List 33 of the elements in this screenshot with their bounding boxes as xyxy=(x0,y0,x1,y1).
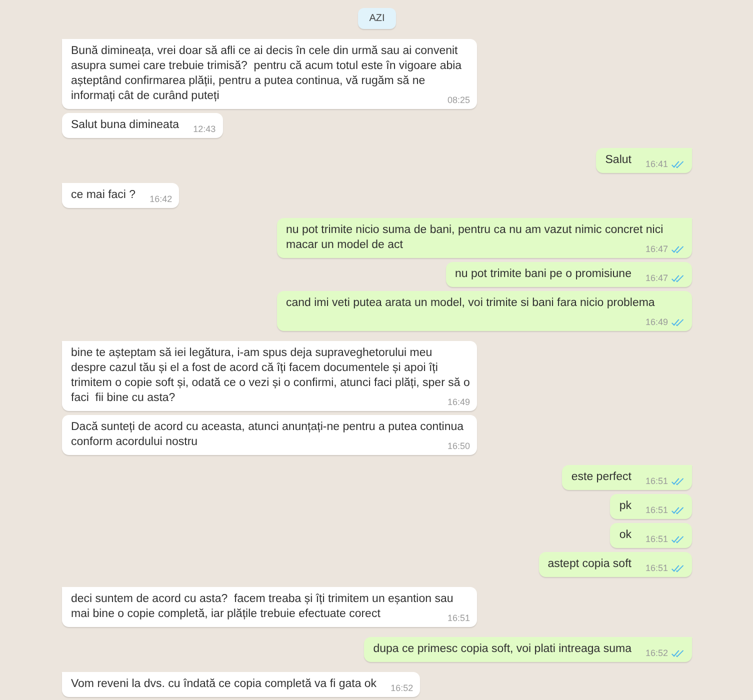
message-time: 16:51 xyxy=(645,562,668,575)
outgoing-message: ok 16:51 xyxy=(610,523,692,548)
message-time: 16:51 xyxy=(645,504,668,517)
message-time: 16:52 xyxy=(645,647,668,660)
outgoing-message: cand imi veti putea arata un model, voi trimite si bani fara nicio problema 16:49 xyxy=(277,291,692,331)
message-time: 16:49 xyxy=(447,396,470,409)
message-time: 16:52 xyxy=(390,682,414,695)
outgoing-message: astept copia soft 16:51 xyxy=(538,552,692,577)
message-time: 16:42 xyxy=(150,193,172,206)
message-time: 16:51 xyxy=(645,533,668,546)
date-divider: AZI xyxy=(358,8,396,29)
incoming-message: Bună dimineața, vrei doar să afli ce ai decis în cele din urmă sau ai convenit asupra sumei care trebuie trimisă? pentru că acum totul este în vigoare abia așteptând confirmarea plății, pentru a putea continua, vă rugăm să ne informați cât de curând puteți 08:25 xyxy=(62,39,477,109)
message-time: 12:43 xyxy=(193,123,216,136)
outgoing-message: Salut 16:41 xyxy=(596,148,692,173)
incoming-message: deci suntem de acord cu asta? facem treaba și îți trimitem un eșantion sau mai bine o copie completă, iar plățile trebuie efectuate corect 16:51 xyxy=(62,587,477,627)
incoming-message: Vom reveni la dvs. cu îndată ce copia completă va fi gata ok 16:52 xyxy=(62,672,420,697)
incoming-message: Dacă sunteți de acord cu aceasta, atunci anunțați-ne pentru a putea continua conform acordului nostru 16:50 xyxy=(62,415,477,455)
message-time: 16:49 xyxy=(645,316,668,329)
message-time: 16:47 xyxy=(645,243,668,256)
incoming-message: Salut buna dimineata 12:43 xyxy=(62,113,223,138)
outgoing-message: este perfect 16:51 xyxy=(562,465,692,490)
message-time: 16:50 xyxy=(447,440,470,453)
incoming-message: ce mai faci ? 16:42 xyxy=(62,183,180,208)
message-time: 16:51 xyxy=(447,612,470,625)
outgoing-message: nu pot trimite nicio suma de bani, pentru ca nu am vazut nimic concret nici macar un model de act 16:47 xyxy=(277,218,692,258)
outgoing-message: nu pot trimite bani pe o promisiune 16:47 xyxy=(446,262,692,287)
outgoing-message: pk 16:51 xyxy=(610,494,692,519)
message-time: 08:25 xyxy=(447,94,470,107)
incoming-message: bine te așteptam să iei legătura, i-am spus deja supraveghetorului meu despre cazul tău și el a fost de acord că îți facem documentele și apoi îți trimitem o copie soft și, odată ce o vezi și o confirmi, atunci faci plăți, sper să o faci fii bine cu asta? 16:49 xyxy=(62,341,477,411)
message-time: 16:47 xyxy=(645,272,668,285)
outgoing-message: dupa ce primesc copia soft, voi plati intreaga suma 16:52 xyxy=(364,637,692,662)
message-time: 16:41 xyxy=(645,158,668,171)
message-time: 16:51 xyxy=(645,475,668,488)
